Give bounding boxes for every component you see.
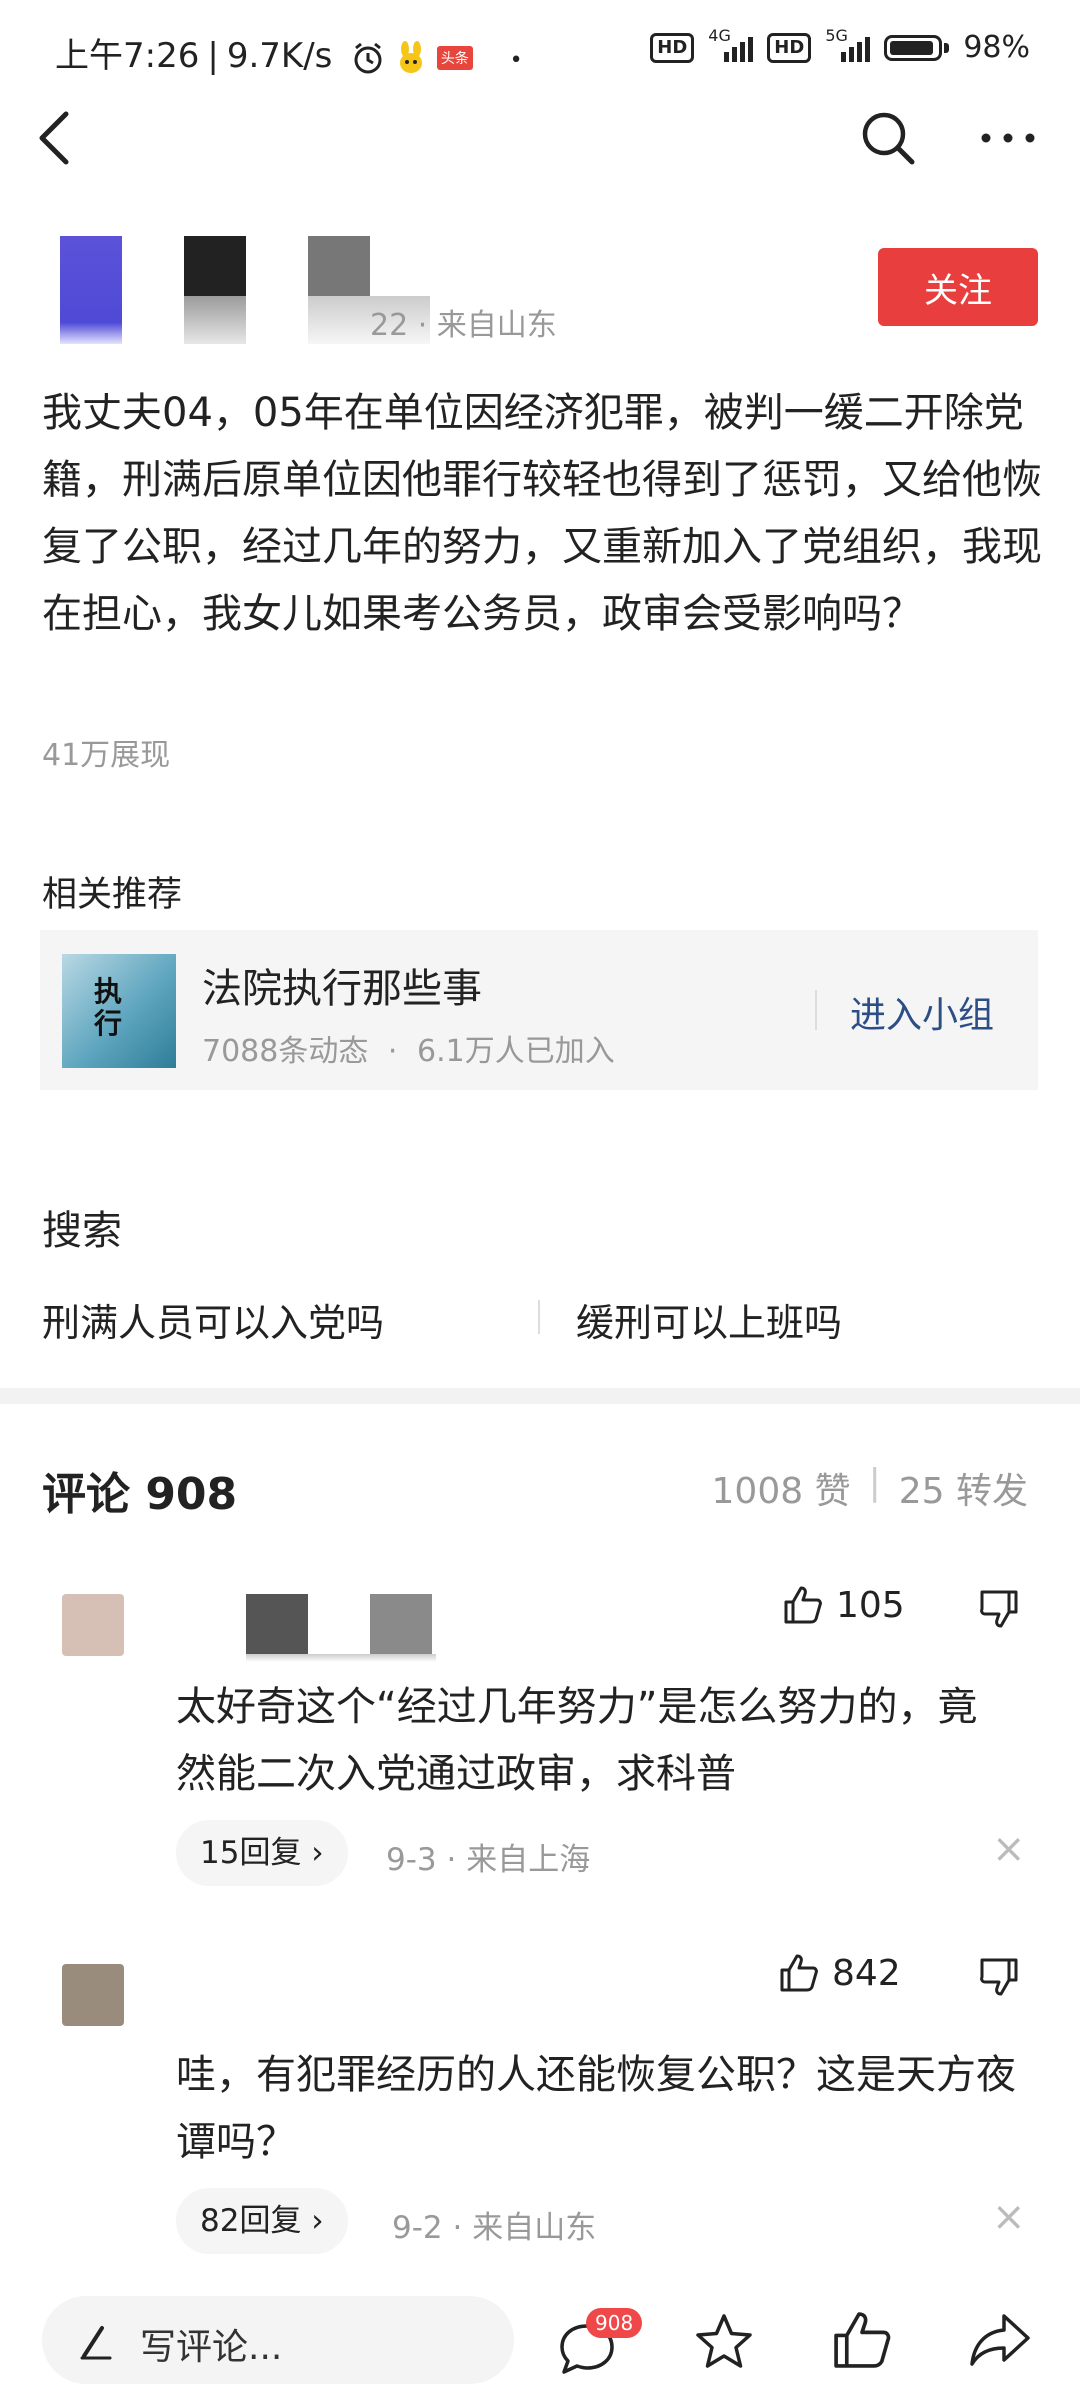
- battery-level: 98%: [963, 30, 1030, 65]
- section-divider: [0, 1388, 1080, 1404]
- thumbs-up-icon[interactable]: [778, 1952, 820, 1994]
- group-name: 法院执行那些事: [202, 966, 482, 1012]
- question-text: 我丈夫04，05年在单位因经济犯罪，被判一缓二开除党籍，刑满后原单位因他罪行较轻…: [42, 390, 1042, 637]
- comment-like[interactable]: 842: [778, 1952, 901, 1994]
- comment-text: 太好奇这个“经过几年努力”是怎么努力的，竟然能二次入党通过政审，求科普: [176, 1684, 978, 1797]
- app-notification-icon: [400, 40, 422, 73]
- group-thumbnail: 执行: [62, 954, 176, 1068]
- view-count: 41万展现: [42, 738, 171, 773]
- group-posts: 7088条动态: [202, 1034, 369, 1069]
- comments-title: 评论 908: [42, 1469, 238, 1520]
- comment-meta: 9-3 · 来自上海: [386, 1842, 591, 1878]
- comment-count-badge: 908: [586, 2308, 643, 2338]
- search-divider: [538, 1300, 540, 1334]
- signal-5g-icon: 5G: [825, 26, 871, 62]
- follow-button[interactable]: 关注: [878, 248, 1038, 326]
- chevron-right-icon: ›: [301, 2203, 324, 2239]
- group-card[interactable]: 执行 法院执行那些事 7088条动态 · 6.1万人已加入 进入小组: [40, 930, 1038, 1090]
- thumbs-up-icon[interactable]: [782, 1584, 824, 1626]
- comment-like[interactable]: 105: [782, 1584, 905, 1626]
- share-icon[interactable]: [966, 2308, 1034, 2372]
- write-comment-placeholder[interactable]: 写评论...: [140, 2318, 282, 2370]
- status-bar-right: HD 4G HD 5G 98%: [650, 26, 1030, 65]
- alarm-icon: [354, 42, 382, 73]
- commenter-name-blurred[interactable]: [246, 1594, 436, 1662]
- comment-avatar[interactable]: [62, 1594, 124, 1656]
- back-icon[interactable]: [30, 108, 80, 168]
- favorite-star-icon[interactable]: [692, 2310, 756, 2374]
- chevron-right-icon: ›: [301, 1835, 324, 1871]
- pen-icon: [80, 2326, 112, 2360]
- replies-button[interactable]: 82回复 ›: [176, 2188, 348, 2254]
- like-icon[interactable]: [830, 2308, 894, 2372]
- signal-4g-icon: 4G: [708, 26, 754, 62]
- total-shares: 25 转发: [898, 1471, 1028, 1512]
- more-icon[interactable]: [978, 118, 1038, 158]
- comments-stats: 1008 赞 | 25 转发: [711, 1462, 1028, 1512]
- hd-icon: HD: [650, 32, 695, 63]
- group-divider: [815, 990, 817, 1030]
- comment-avatar[interactable]: [62, 1964, 124, 2026]
- search-title: 搜索: [42, 1208, 122, 1254]
- battery-icon: [884, 34, 943, 61]
- comment-like-count: 105: [836, 1584, 905, 1626]
- comments-button[interactable]: 908: [556, 2308, 643, 2378]
- status-bar-left: 上午7:26 | 9.7K/s 头条 •: [55, 36, 523, 76]
- search-suggestion[interactable]: 刑满人员可以入党吗: [42, 1292, 384, 1347]
- replies-button[interactable]: 15回复 ›: [176, 1820, 348, 1886]
- comment-text: 哇，有犯罪经历的人还能恢复公职？这是天方夜谭吗？: [176, 2052, 1016, 2165]
- total-likes: 1008 赞: [711, 1471, 851, 1512]
- toutiao-badge: 头条: [436, 45, 473, 70]
- dismiss-icon[interactable]: ×: [992, 2194, 1026, 2240]
- notification-dot: •: [509, 48, 523, 73]
- status-net-speed: 9.7K/s: [226, 36, 333, 76]
- group-members: 6.1万人已加入: [417, 1034, 615, 1069]
- join-group-button[interactable]: 进入小组: [850, 986, 994, 1038]
- group-thumbnail-text: 执行: [94, 975, 123, 1040]
- thumbs-down-icon[interactable]: [978, 1588, 1020, 1630]
- comment-meta: 9-2 · 来自山东: [392, 2210, 597, 2246]
- thumbs-down-icon[interactable]: [978, 1956, 1020, 1998]
- dismiss-icon[interactable]: ×: [992, 1826, 1026, 1872]
- search-icon[interactable]: [858, 108, 918, 168]
- search-suggestion[interactable]: 缓刑可以上班吗: [576, 1292, 842, 1347]
- hd-icon-2: HD: [767, 32, 812, 63]
- comment-like-count: 842: [832, 1952, 901, 1994]
- group-stats: 7088条动态 · 6.1万人已加入: [202, 1034, 615, 1069]
- author-meta: 22 · 来自山东: [370, 308, 557, 343]
- related-title: 相关推荐: [42, 875, 183, 915]
- status-time: 上午7:26: [55, 36, 200, 76]
